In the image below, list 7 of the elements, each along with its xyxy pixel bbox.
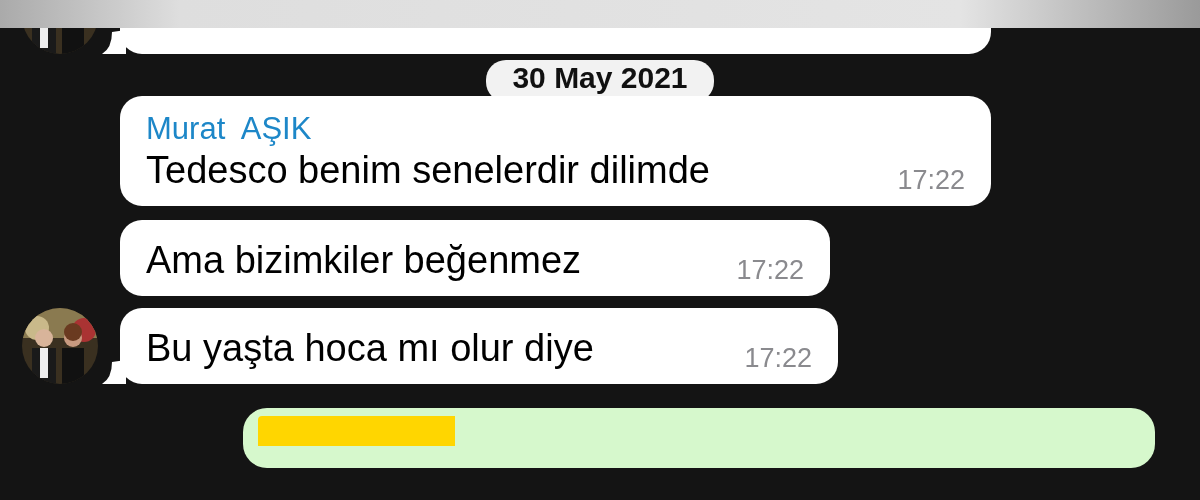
- message-time: 17:22: [897, 163, 965, 197]
- message-time: 17:22: [736, 253, 804, 287]
- message-text: Bu yaşta hoca mı olur diye: [146, 326, 594, 370]
- message-text: Tedesco benim senelerdir dilimde: [146, 148, 710, 192]
- message-time: 17:22: [744, 341, 812, 375]
- message-text: Ama bizimkiler beğenmez: [146, 238, 582, 282]
- sender-name: Murat AŞIK: [146, 110, 313, 148]
